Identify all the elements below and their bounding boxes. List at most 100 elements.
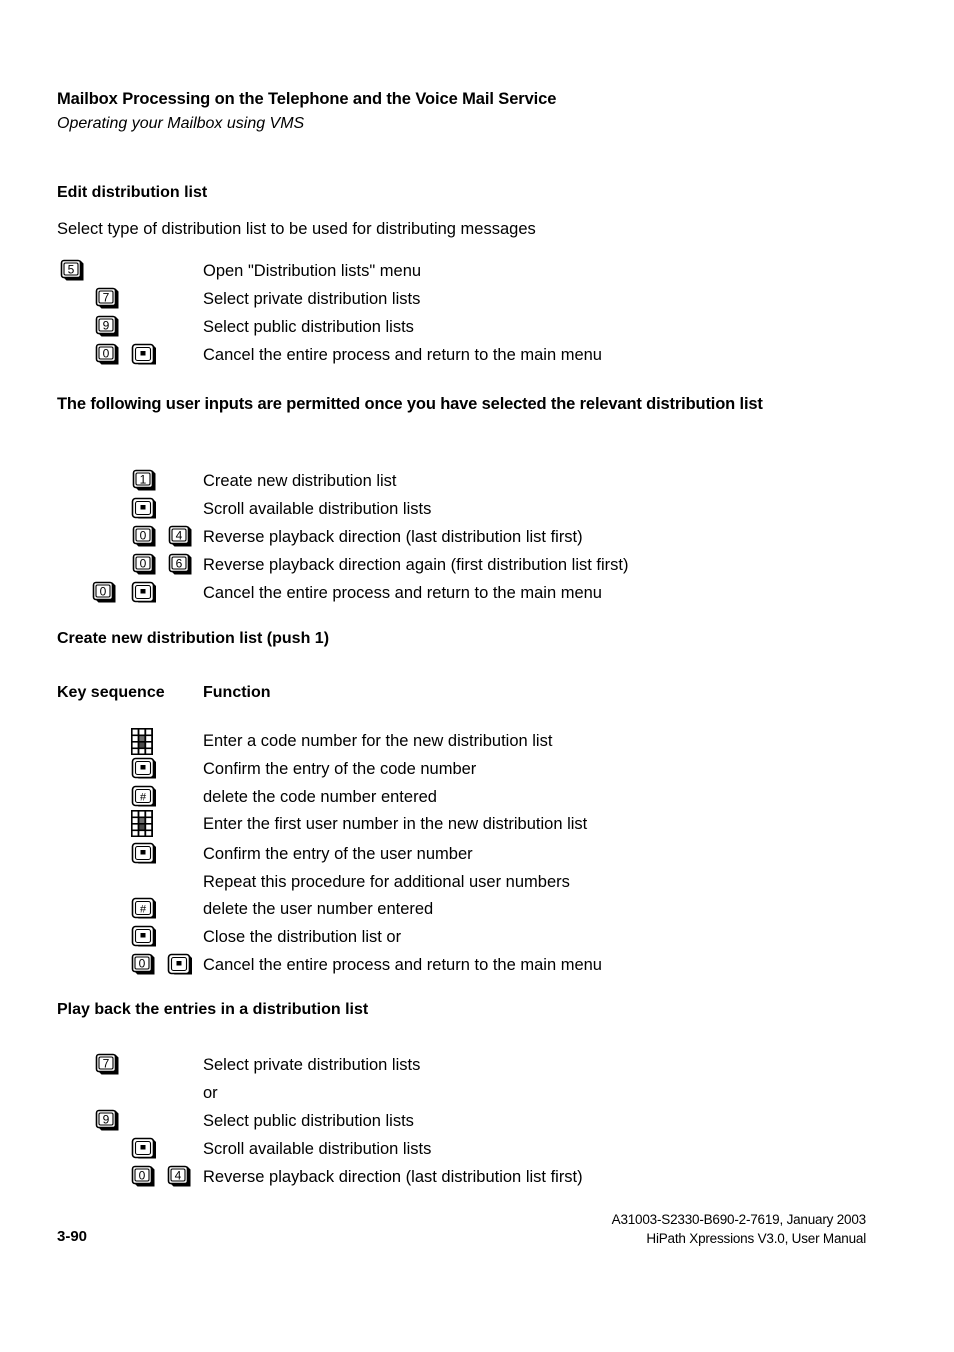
svg-text:4: 4 <box>176 529 183 543</box>
key-cap-9[interactable]: 9 <box>95 1109 120 1133</box>
key-row-label: delete the code number entered <box>203 788 437 806</box>
key-row: Scroll available distribution lists <box>0 1136 954 1162</box>
section-2-heading: The following user inputs are permitted … <box>57 395 763 413</box>
key-row: Confirm the entry of the user number <box>0 841 954 867</box>
key-row: 9 Select public distribution lists <box>0 314 954 340</box>
svg-text:1: 1 <box>140 473 147 487</box>
key-cap-4[interactable]: 4 <box>168 525 193 549</box>
star-key-icon[interactable] <box>131 842 156 866</box>
key-row-label: Repeat this procedure for additional use… <box>203 873 570 891</box>
hash-key-icon[interactable]: # <box>131 897 156 921</box>
key-row-label: Open "Distribution lists" menu <box>203 262 422 280</box>
star-key-icon[interactable] <box>131 757 156 781</box>
footer-manual-name: HiPath Xpressions V3.0, User Manual <box>646 1231 866 1246</box>
svg-text:0: 0 <box>139 957 146 971</box>
key-row: Enter a code number for the new distribu… <box>0 728 954 755</box>
col-header-key-sequence: Key sequence <box>57 684 165 701</box>
svg-text:6: 6 <box>176 557 183 571</box>
svg-text:0: 0 <box>140 529 147 543</box>
key-row: 7 Select private distribution lists <box>0 286 954 312</box>
svg-text:9: 9 <box>103 1113 110 1127</box>
key-row-label: Reverse playback direction again (first … <box>203 556 629 574</box>
footer-document-info: A31003-S2330-B690-2-7619, January 2003 H… <box>611 1210 867 1248</box>
star-key-icon[interactable] <box>131 581 156 605</box>
key-cap-1[interactable]: 1 <box>132 469 157 493</box>
key-row-label: Confirm the entry of the code number <box>203 760 477 778</box>
key-row: # delete the code number entered <box>0 784 954 810</box>
key-row-label: Close the distribution list or <box>203 928 402 946</box>
key-row-label: Select private distribution lists <box>203 290 421 308</box>
key-row-label: delete the user number entered <box>203 900 434 918</box>
svg-text:#: # <box>140 791 147 803</box>
key-row-label: Scroll available distribution lists <box>203 500 432 518</box>
key-row-label: Reverse playback direction (last distrib… <box>203 1168 583 1186</box>
svg-text:0: 0 <box>103 347 110 361</box>
key-row-label: Cancel the entire process and return to … <box>203 346 602 364</box>
key-cap-0[interactable]: 0 <box>92 581 117 605</box>
key-row: 1 Create new distribution list <box>0 468 954 494</box>
key-row-label: Cancel the entire process and return to … <box>203 584 602 602</box>
svg-text:0: 0 <box>139 1169 146 1183</box>
key-row: 7 Select private distribution lists <box>0 1052 954 1078</box>
key-row: 9 Select public distribution lists <box>0 1108 954 1134</box>
key-row: # delete the user number entered <box>0 896 954 922</box>
telephone-keypad-icon[interactable] <box>131 810 153 837</box>
key-cap-5[interactable]: 5 <box>60 259 85 283</box>
key-cap-0[interactable]: 0 <box>131 1165 156 1189</box>
key-row: 5 Open "Distribution lists" menu <box>0 258 954 284</box>
section-3-heading: Create new distribution list (push 1) <box>57 630 330 647</box>
star-key-icon[interactable] <box>131 1137 156 1161</box>
svg-text:7: 7 <box>103 1057 110 1071</box>
document-page: Mailbox Processing on the Telephone and … <box>0 0 954 1352</box>
key-row: 0 4 Reverse playback direction (last dis… <box>0 524 954 550</box>
star-key-icon[interactable] <box>131 343 156 367</box>
key-row-label: Cancel the entire process and return to … <box>203 956 602 974</box>
svg-text:4: 4 <box>175 1169 182 1183</box>
key-cap-0[interactable]: 0 <box>132 553 157 577</box>
key-row-label: Select public distribution lists <box>203 1112 414 1130</box>
key-cap-0[interactable]: 0 <box>95 343 120 367</box>
section-1-intro: Select type of distribution list to be u… <box>57 220 536 238</box>
star-key-icon[interactable] <box>131 925 156 949</box>
key-row: 0 Cancel the entire process and return t… <box>0 342 954 368</box>
key-row-label: Select private distribution lists <box>203 1056 421 1074</box>
key-row: or <box>0 1080 954 1106</box>
key-row: Close the distribution list or <box>0 924 954 950</box>
hash-key-icon[interactable]: # <box>131 785 156 809</box>
key-row: Confirm the entry of the code number <box>0 756 954 782</box>
key-cap-9[interactable]: 9 <box>95 315 120 339</box>
svg-text:9: 9 <box>103 319 110 333</box>
key-row-label: Enter the first user number in the new d… <box>203 815 588 833</box>
col-header-function: Function <box>203 684 271 701</box>
key-cap-6[interactable]: 6 <box>168 553 193 577</box>
star-key-icon[interactable] <box>131 497 156 521</box>
telephone-keypad-icon[interactable] <box>131 728 153 755</box>
key-cap-7[interactable]: 7 <box>95 1053 120 1077</box>
footer-doc-id: A31003-S2330-B690-2-7619, January 2003 <box>611 1212 867 1227</box>
key-row-label: Reverse playback direction (last distrib… <box>203 528 583 546</box>
key-row: 0 Cancel the entire process and return t… <box>0 580 954 606</box>
svg-text:5: 5 <box>68 263 75 277</box>
star-key-icon[interactable] <box>167 953 192 977</box>
svg-text:0: 0 <box>140 557 147 571</box>
key-row: 0 4 Reverse playback direction (last dis… <box>0 1164 954 1190</box>
key-row-label: or <box>203 1084 218 1102</box>
key-row-label: Select public distribution lists <box>203 318 414 336</box>
key-cap-0[interactable]: 0 <box>132 525 157 549</box>
section-4-heading: Play back the entries in a distribution … <box>57 1001 369 1018</box>
key-cap-7[interactable]: 7 <box>95 287 120 311</box>
key-cap-0[interactable]: 0 <box>131 953 156 977</box>
svg-text:0: 0 <box>100 585 107 599</box>
page-header-title: Mailbox Processing on the Telephone and … <box>57 90 557 108</box>
key-row-label: Create new distribution list <box>203 472 397 490</box>
footer-page-number: 3-90 <box>57 1228 88 1245</box>
key-row: Repeat this procedure for additional use… <box>0 869 954 895</box>
key-row-label: Confirm the entry of the user number <box>203 845 473 863</box>
key-row-label: Scroll available distribution lists <box>203 1140 432 1158</box>
key-row: Scroll available distribution lists <box>0 496 954 522</box>
section-1-heading: Edit distribution list <box>57 184 208 201</box>
key-row-label: Enter a code number for the new distribu… <box>203 732 553 750</box>
key-row: 0 Cancel the entire process and return t… <box>0 952 954 978</box>
key-cap-4[interactable]: 4 <box>167 1165 192 1189</box>
svg-text:7: 7 <box>103 291 110 305</box>
